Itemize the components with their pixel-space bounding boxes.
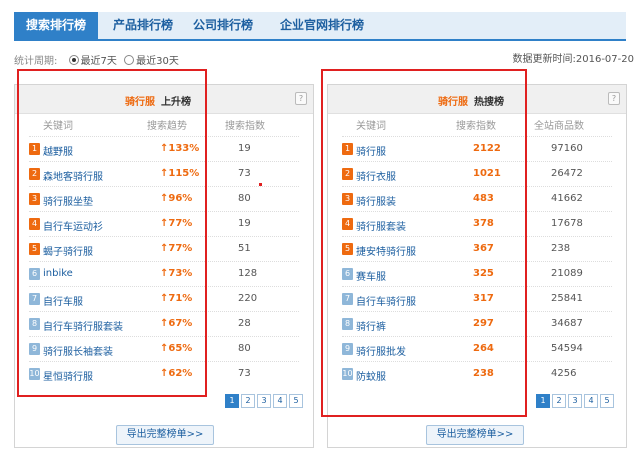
product-count-value: 17678 — [551, 218, 583, 229]
highlight-box-left — [17, 69, 207, 397]
ranking-tabs: 搜索排行榜 产品排行榜 公司排行榜 企业官网排行榜 — [14, 12, 626, 41]
search-index-value: 220 — [238, 293, 258, 304]
period-selector: 统计周期: 最近7天 最近30天 — [14, 52, 179, 67]
tab-company-ranking[interactable]: 公司排行榜 — [184, 12, 262, 39]
search-index-value: 128 — [238, 268, 258, 279]
search-index-value: 28 — [238, 318, 251, 329]
page-button[interactable]: 3 — [257, 394, 271, 408]
col-index: 搜索指数 — [225, 121, 265, 132]
update-date: 2016-07-20 — [575, 54, 634, 65]
update-label: 数据更新时间: — [512, 54, 576, 65]
page-button[interactable]: 4 — [273, 394, 287, 408]
search-index-value: 73 — [238, 368, 251, 379]
search-index-value: 19 — [238, 218, 251, 229]
col-product-count: 全站商品数 — [534, 121, 584, 132]
product-count-value: 97160 — [551, 143, 583, 154]
tab-search-ranking[interactable]: 搜索排行榜 — [14, 12, 98, 39]
highlight-box-right — [321, 69, 527, 417]
hot-export-button[interactable]: 导出完整榜单>> — [426, 425, 524, 445]
radio-7days[interactable] — [68, 55, 79, 65]
page-button[interactable]: 5 — [289, 394, 303, 408]
product-count-value: 54594 — [551, 343, 583, 354]
page-button[interactable]: 1 — [225, 394, 239, 408]
product-count-value: 26472 — [551, 168, 583, 179]
search-index-value: 73 — [238, 168, 251, 179]
radio-30days[interactable] — [124, 55, 135, 65]
page-button[interactable]: 2 — [241, 394, 255, 408]
page-button[interactable]: 2 — [552, 394, 566, 408]
rising-pager: 12345 — [223, 394, 303, 408]
search-index-value: 80 — [238, 193, 251, 204]
product-count-value: 41662 — [551, 193, 583, 204]
radio-7days-label[interactable]: 最近7天 — [81, 56, 117, 67]
product-count-value: 4256 — [551, 368, 577, 379]
product-count-value: 25841 — [551, 293, 583, 304]
period-label: 统计周期: — [14, 56, 58, 67]
page-button[interactable]: 5 — [600, 394, 614, 408]
hot-pager: 12345 — [534, 394, 614, 408]
rising-export-button[interactable]: 导出完整榜单>> — [116, 425, 214, 445]
annotation-dot — [259, 183, 262, 186]
page-button[interactable]: 3 — [568, 394, 582, 408]
page-button[interactable]: 4 — [584, 394, 598, 408]
search-index-value: 80 — [238, 343, 251, 354]
product-count-value: 238 — [551, 243, 571, 254]
search-index-value: 19 — [238, 143, 251, 154]
help-icon[interactable]: ? — [608, 92, 620, 105]
page-button[interactable]: 1 — [536, 394, 550, 408]
product-count-value: 34687 — [551, 318, 583, 329]
tab-website-ranking[interactable]: 企业官网排行榜 — [266, 12, 378, 39]
radio-30days-label[interactable]: 最近30天 — [136, 56, 179, 67]
tab-product-ranking[interactable]: 产品排行榜 — [104, 12, 182, 39]
update-time: 数据更新时间:2016-07-20 — [513, 50, 635, 65]
help-icon[interactable]: ? — [295, 92, 307, 105]
search-index-value: 51 — [238, 243, 251, 254]
product-count-value: 21089 — [551, 268, 583, 279]
